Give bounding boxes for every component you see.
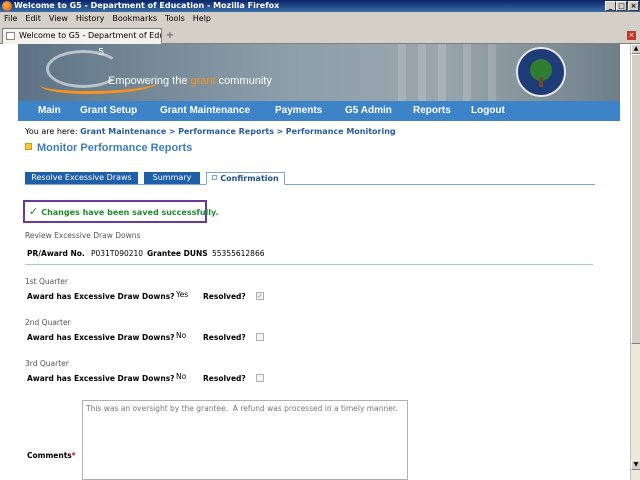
menu-bar: File Edit View History Bookmarks Tools Help bbox=[0, 12, 640, 25]
nav-reports[interactable]: Reports bbox=[413, 101, 451, 121]
nav-grant-maintenance[interactable]: Grant Maintenance bbox=[160, 101, 250, 121]
grantee-duns-label: Grantee DUNS bbox=[147, 249, 208, 258]
comments-label: Comments* bbox=[27, 451, 76, 460]
breadcrumb-performance-reports[interactable]: Performance Reports bbox=[178, 127, 274, 136]
required-marker: * bbox=[71, 451, 76, 460]
comments-textarea[interactable]: This was an oversight by the grantee. A … bbox=[82, 400, 408, 480]
pr-award-value: P031T090210 bbox=[91, 249, 144, 258]
quarter-2-resolved-checkbox[interactable] bbox=[256, 333, 264, 341]
nav-payments[interactable]: Payments bbox=[275, 101, 322, 121]
page-title: Monitor Performance Reports bbox=[25, 142, 192, 154]
success-message: ✓ Changes have been saved successfully. bbox=[23, 200, 219, 223]
browser-tab-strip: Welcome to G5 - Department of Edu... + × bbox=[0, 25, 640, 44]
tab-summary[interactable]: Summary bbox=[144, 172, 200, 184]
nav-grant-setup[interactable]: Grant Setup bbox=[80, 101, 137, 121]
quarter-2-answer: No bbox=[176, 331, 187, 340]
nav-main[interactable]: Main bbox=[38, 101, 61, 121]
quarter-2-question: Award has Excessive Draw Downs? bbox=[27, 333, 175, 342]
page-viewport: 5 Empowering the grant community Main Gr… bbox=[0, 44, 630, 480]
section-heading: Review Excessive Draw Downs bbox=[25, 231, 141, 240]
quarter-3-resolved-label: Resolved? bbox=[203, 374, 246, 383]
g5-logo-five: 5 bbox=[98, 47, 105, 58]
title-bullet-icon bbox=[25, 143, 32, 150]
quarter-3-resolved-checkbox[interactable] bbox=[256, 374, 264, 382]
menu-bookmarks[interactable]: Bookmarks bbox=[108, 12, 161, 25]
tagline-text-post: community bbox=[215, 75, 272, 87]
comments-label-text: Comments bbox=[27, 451, 72, 460]
breadcrumb-separator: > bbox=[276, 127, 284, 136]
scroll-down-button[interactable]: ▼ bbox=[631, 460, 640, 470]
quarter-3-answer: No bbox=[176, 372, 187, 381]
page-content: 5 Empowering the grant community Main Gr… bbox=[18, 44, 620, 480]
nav-g5-admin[interactable]: G5 Admin bbox=[345, 101, 392, 121]
page-title-text: Monitor Performance Reports bbox=[37, 142, 193, 154]
tagline-text-pre: Empowering the bbox=[108, 75, 191, 87]
breadcrumb-separator: > bbox=[168, 127, 176, 136]
firefox-icon bbox=[2, 1, 12, 11]
breadcrumb-prefix: You are here: bbox=[25, 127, 78, 136]
quarter-1-question: Award has Excessive Draw Downs? bbox=[27, 292, 175, 301]
tab-marker-icon bbox=[212, 175, 218, 180]
window-titlebar: Welcome to G5 - Department of Education … bbox=[0, 0, 640, 12]
new-tab-button[interactable]: + bbox=[164, 30, 176, 42]
banner-tagline: Empowering the grant community bbox=[108, 75, 272, 87]
tab-confirmation-label: Confirmation bbox=[220, 174, 279, 183]
main-nav: Main Grant Setup Grant Maintenance Payme… bbox=[18, 101, 620, 121]
scroll-up-button[interactable]: ▲ bbox=[631, 44, 640, 54]
divider bbox=[25, 264, 593, 265]
quarter-1-answer: Yes bbox=[176, 290, 189, 299]
maximize-button[interactable]: □ bbox=[616, 1, 627, 11]
close-tab-icon[interactable]: × bbox=[627, 31, 636, 40]
quarter-1-resolved-checkbox[interactable]: ✓ bbox=[256, 292, 264, 300]
scroll-thumb[interactable] bbox=[631, 54, 640, 344]
menu-history[interactable]: History bbox=[72, 12, 108, 25]
quarter-2-resolved-label: Resolved? bbox=[203, 333, 246, 342]
breadcrumb: You are here: Grant Maintenance > Perfor… bbox=[25, 127, 396, 136]
minimize-button[interactable]: _ bbox=[605, 1, 616, 11]
quarter-1-heading: 1st Quarter bbox=[25, 277, 68, 286]
breadcrumb-grant-maintenance[interactable]: Grant Maintenance bbox=[80, 127, 166, 136]
browser-tab-title: Welcome to G5 - Department of Edu... bbox=[19, 31, 162, 40]
g5-banner: 5 Empowering the grant community bbox=[18, 44, 620, 101]
process-tabs: Resolve Excessive Draws Summary Confirma… bbox=[25, 172, 595, 185]
menu-file[interactable]: File bbox=[0, 12, 21, 25]
department-seal-icon bbox=[516, 47, 566, 97]
quarter-2-heading: 2nd Quarter bbox=[25, 318, 71, 327]
breadcrumb-performance-monitoring: Performance Monitoring bbox=[285, 127, 396, 136]
success-text: Changes have been saved successfully. bbox=[41, 208, 219, 217]
pr-award-label: PR/Award No. bbox=[27, 249, 85, 258]
menu-view[interactable]: View bbox=[45, 12, 72, 25]
page-favicon-icon bbox=[6, 32, 15, 40]
quarter-3-heading: 3rd Quarter bbox=[25, 359, 69, 368]
quarter-1-resolved-label: Resolved? bbox=[203, 292, 246, 301]
window-title: Welcome to G5 - Department of Education … bbox=[14, 1, 280, 10]
menu-tools[interactable]: Tools bbox=[161, 12, 189, 25]
nav-logout[interactable]: Logout bbox=[471, 101, 505, 121]
grantee-duns-value: 55355612866 bbox=[212, 249, 265, 258]
menu-edit[interactable]: Edit bbox=[21, 12, 45, 25]
tab-confirmation[interactable]: Confirmation bbox=[206, 172, 285, 185]
checkmark-icon: ✓ bbox=[29, 205, 39, 218]
tagline-text-highlight: grant bbox=[190, 75, 216, 87]
tab-resolve-excessive-draws[interactable]: Resolve Excessive Draws bbox=[25, 172, 138, 184]
vertical-scrollbar[interactable]: ▲ ▼ bbox=[630, 44, 640, 480]
close-window-button[interactable]: × bbox=[628, 1, 639, 11]
quarter-3-question: Award has Excessive Draw Downs? bbox=[27, 374, 175, 383]
menu-help[interactable]: Help bbox=[189, 12, 215, 25]
browser-tab-active[interactable]: Welcome to G5 - Department of Edu... bbox=[2, 28, 162, 44]
